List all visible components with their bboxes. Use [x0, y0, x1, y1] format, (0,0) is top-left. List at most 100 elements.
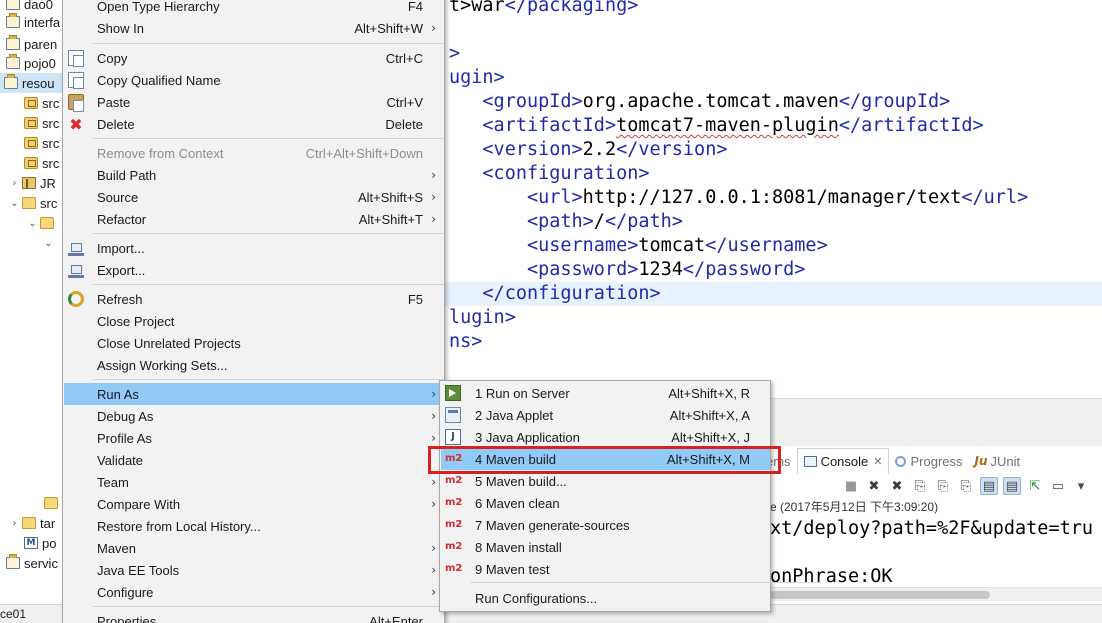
show-on-output-icon[interactable]: ▤ [980, 477, 998, 495]
menu-item-copy-qualified-name[interactable]: Copy Qualified Name [64, 69, 444, 91]
tree-item[interactable]: › tar [10, 513, 56, 533]
menu-item-run-as[interactable]: Run As › [64, 383, 444, 405]
xml-tag: <version> [482, 139, 583, 160]
menu-item-show-in[interactable]: Show In Alt+Shift+W › [64, 17, 444, 39]
word-wrap-icon[interactable]: ⎘ [957, 477, 975, 495]
xml-text: t> [449, 0, 472, 16]
tree-item[interactable]: src [24, 113, 59, 133]
copy-icon [68, 50, 84, 67]
menu-item-label: Close Unrelated Projects [97, 335, 241, 351]
menu-item-import[interactable]: Import... [64, 237, 444, 259]
show-on-error-icon[interactable]: ▤ [1003, 477, 1021, 495]
menu-item-label: Show In [97, 20, 144, 36]
expand-toggle-icon[interactable]: ⌄ [10, 198, 19, 209]
remove-all-icon[interactable]: ✖ [888, 477, 906, 495]
menu-item-label: Validate [97, 452, 144, 468]
menu-item-7-maven-generate-sources[interactable]: m2 7 Maven generate-sources [441, 514, 770, 536]
paste-icon [68, 94, 84, 112]
tree-item[interactable]: › JR [10, 173, 56, 193]
menu-item-5-maven-build[interactable]: m2 5 Maven build... [441, 470, 770, 492]
menu-item-close-unrelated-projects[interactable]: Close Unrelated Projects [64, 332, 444, 354]
tree-item[interactable]: resou [0, 73, 64, 93]
tree-item[interactable]: pojo0 [6, 53, 56, 73]
menu-item-8-maven-install[interactable]: m2 8 Maven install [441, 536, 770, 558]
menu-item-label: Java EE Tools [97, 562, 180, 578]
menu-item-label: Restore from Local History... [97, 518, 261, 534]
menu-item-paste[interactable]: Paste Ctrl+V [64, 91, 444, 113]
close-icon[interactable]: ✕ [873, 455, 882, 468]
menu-item-source[interactable]: Source Alt+Shift+S › [64, 186, 444, 208]
menu-item-maven[interactable]: Maven › [64, 537, 444, 559]
source-folder-icon [24, 157, 38, 169]
scroll-lock-icon[interactable]: ⎘ [934, 477, 952, 495]
menu-item-configure[interactable]: Configure › [64, 581, 444, 603]
menu-item-copy[interactable]: Copy Ctrl+C [64, 47, 444, 69]
tree-item[interactable]: ⌄ [44, 233, 56, 253]
tree-item[interactable]: Mpo [24, 533, 56, 553]
menu-item-java-ee-tools[interactable]: Java EE Tools › [64, 559, 444, 581]
menu-item-close-project[interactable]: Close Project [64, 310, 444, 332]
menu-item-team[interactable]: Team › [64, 471, 444, 493]
tree-item[interactable]: ⌄ src [10, 193, 57, 213]
tree-item[interactable]: servic [6, 553, 58, 573]
tree-item[interactable]: ⌄ [28, 213, 58, 233]
xml-tag: > [449, 43, 461, 64]
submenu-arrow-icon: › [431, 21, 436, 35]
tree-item[interactable]: src [24, 153, 59, 173]
menu-item-refresh[interactable]: Refresh F5 [64, 288, 444, 310]
folder-icon [22, 197, 36, 209]
submenu-arrow-icon: › [431, 212, 436, 226]
menu-item-compare-with[interactable]: Compare With › [64, 493, 444, 515]
xml-tag: </path> [604, 211, 683, 232]
pin-console-icon[interactable]: ⇱ [1026, 477, 1044, 495]
menu-item-run-configurations[interactable]: Run Configurations... [441, 587, 770, 609]
menu-item-label: Team [97, 474, 129, 490]
expand-toggle-icon[interactable]: ⌄ [28, 218, 37, 229]
folder-icon [40, 217, 54, 229]
expand-toggle-icon[interactable]: ⌄ [44, 238, 53, 249]
tab-label: Progress [910, 453, 963, 469]
menu-item-shortcut: F5 [407, 291, 423, 307]
console-horizontal-scrollbar[interactable] [770, 587, 1102, 601]
expand-toggle-icon[interactable]: › [10, 178, 19, 189]
menu-item-export[interactable]: Export... [64, 259, 444, 281]
xml-tag: <path> [526, 211, 594, 232]
menu-item-4-maven-build[interactable]: m2 4 Maven build Alt+Shift+X, M [441, 448, 770, 470]
menu-item-profile-as[interactable]: Profile As › [64, 427, 444, 449]
terminate-icon[interactable]: ■ [842, 477, 860, 495]
menu-item-open-type-hierarchy[interactable]: Open Type Hierarchy F4 [64, 0, 444, 17]
remove-launch-icon[interactable]: ✖ [865, 477, 883, 495]
tab-junit[interactable]: Ju JUnit [969, 448, 1027, 474]
display-console-icon[interactable]: ▭ [1049, 477, 1067, 495]
menu-item-build-path[interactable]: Build Path › [64, 164, 444, 186]
scrollbar-thumb[interactable] [770, 591, 990, 599]
menu-item-1-run-on-server[interactable]: 1 Run on Server Alt+Shift+X, R [441, 382, 770, 404]
dropdown-arrow-icon[interactable]: ▾ [1072, 477, 1090, 495]
expand-toggle-icon[interactable]: › [10, 518, 19, 529]
xml-tag: </groupId> [838, 91, 951, 112]
xml-tag: <password> [526, 259, 639, 280]
source-folder-icon [24, 117, 38, 129]
menu-item-3-java-application[interactable]: J 3 Java Application Alt+Shift+X, J [441, 426, 770, 448]
menu-item-delete[interactable]: ✖ Delete Delete [64, 113, 444, 135]
clear-console-icon[interactable]: ⎘ [911, 477, 929, 495]
menu-item-validate[interactable]: Validate [64, 449, 444, 471]
tree-item[interactable]: interfa [6, 12, 60, 32]
menu-item-label: Assign Working Sets... [97, 357, 228, 373]
menu-item-properties[interactable]: Properties Alt+Enter [64, 610, 444, 623]
tree-item[interactable]: src [24, 133, 59, 153]
menu-item-assign-working-sets[interactable]: Assign Working Sets... [64, 354, 444, 376]
menu-item-debug-as[interactable]: Debug As › [64, 405, 444, 427]
menu-item-2-java-applet[interactable]: 2 Java Applet Alt+Shift+X, A [441, 404, 770, 426]
menu-item-restore-from-local-history[interactable]: Restore from Local History... [64, 515, 444, 537]
menu-separator [93, 233, 444, 234]
tab-progress[interactable]: Progress [889, 448, 968, 474]
menu-item-9-maven-test[interactable]: m2 9 Maven test [441, 558, 770, 580]
tab-console[interactable]: Console ✕ [796, 448, 890, 474]
tree-item[interactable]: src [24, 93, 59, 113]
tree-item[interactable] [44, 493, 62, 513]
folder-icon [44, 497, 58, 509]
menu-item-refactor[interactable]: Refactor Alt+Shift+T › [64, 208, 444, 230]
tree-item[interactable]: paren [6, 34, 57, 54]
menu-item-6-maven-clean[interactable]: m2 6 Maven clean [441, 492, 770, 514]
